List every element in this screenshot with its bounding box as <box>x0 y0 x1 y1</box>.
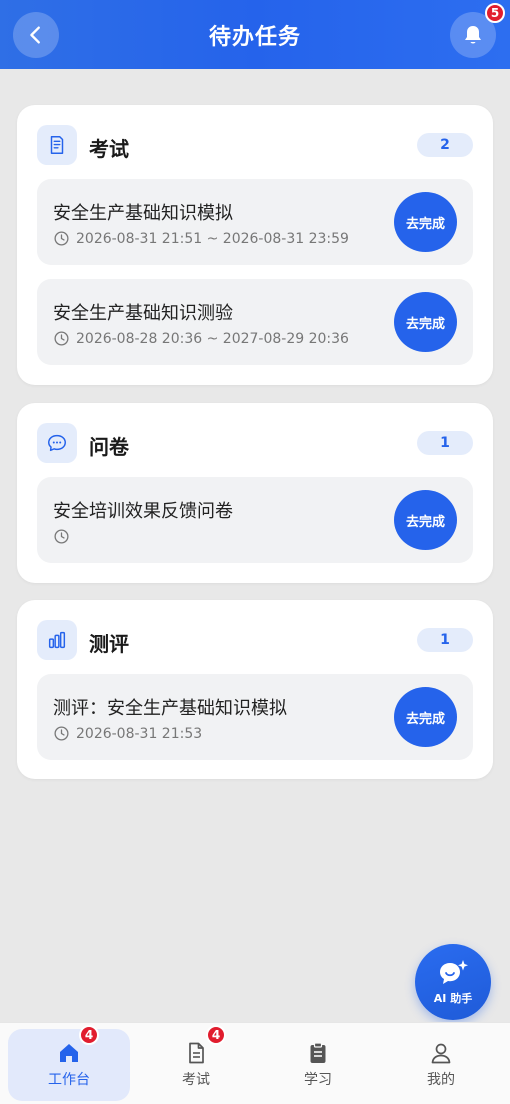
tab-badge: 4 <box>206 1025 226 1045</box>
section-header: 测评 1 <box>17 600 493 680</box>
tab-badge: 4 <box>79 1025 99 1045</box>
top-header: 待办任务 5 <box>0 0 510 69</box>
user-icon <box>429 1041 453 1065</box>
section-count-badge: 1 <box>417 431 473 455</box>
bar-chart-icon <box>37 620 77 660</box>
clock-icon <box>53 330 70 347</box>
notification-badge: 5 <box>485 3 505 23</box>
ai-sparkle-chat-icon <box>440 960 468 984</box>
tab-label: 考试 <box>182 1072 210 1088</box>
complete-button[interactable]: 去完成 <box>394 687 457 747</box>
home-icon: 4 <box>57 1025 99 1065</box>
tab-label: 学习 <box>304 1072 332 1088</box>
task-time: 2026-08-28 20:36 ~ 2027-08-29 20:36 <box>53 330 349 347</box>
task-title: 测评：安全生产基础知识模拟 <box>53 698 287 719</box>
task-time: 2026-08-31 21:51 ~ 2026-08-31 23:59 <box>53 230 349 247</box>
tab-study[interactable]: 学习 <box>257 1029 379 1101</box>
complete-button[interactable]: 去完成 <box>394 192 457 252</box>
task-item[interactable]: 安全培训效果反馈问卷 去完成 <box>37 477 473 563</box>
bottom-tab-bar: 4 工作台 4 考试 学习 我的 <box>0 1022 510 1104</box>
clipboard-icon <box>306 1041 330 1065</box>
ai-assistant-label: AI 助手 <box>433 992 473 1005</box>
clock-icon <box>53 725 70 742</box>
chat-bubble-icon <box>37 423 77 463</box>
notification-button[interactable]: 5 <box>450 3 505 58</box>
section-count-badge: 1 <box>417 628 473 652</box>
bell-icon <box>465 26 481 44</box>
task-time-text: 2026-08-31 21:51 ~ 2026-08-31 23:59 <box>76 230 349 247</box>
document-icon: 4 <box>184 1025 226 1065</box>
tab-label: 我的 <box>427 1072 455 1088</box>
tab-label: 工作台 <box>48 1072 90 1088</box>
tab-mine[interactable]: 我的 <box>380 1029 502 1101</box>
section-title: 考试 <box>89 137 129 161</box>
task-time-text: 2026-08-28 20:36 ~ 2027-08-29 20:36 <box>76 330 349 347</box>
section-count-badge: 2 <box>417 133 473 157</box>
task-item[interactable]: 安全生产基础知识测验 2026-08-28 20:36 ~ 2027-08-29… <box>37 279 473 365</box>
section-card-survey: 问卷 1 安全培训效果反馈问卷 去完成 <box>17 403 493 583</box>
section-header: 考试 2 <box>17 105 493 185</box>
back-button[interactable] <box>13 12 59 58</box>
task-time: 2026-08-31 21:53 <box>53 725 202 742</box>
complete-button[interactable]: 去完成 <box>394 490 457 550</box>
page-title: 待办任务 <box>208 24 301 50</box>
task-time <box>53 528 76 545</box>
complete-button[interactable]: 去完成 <box>394 292 457 352</box>
tab-workbench[interactable]: 4 工作台 <box>8 1025 130 1101</box>
task-title: 安全生产基础知识测验 <box>53 303 233 324</box>
clock-icon <box>53 528 70 545</box>
ai-assistant-button[interactable]: AI 助手 <box>415 944 491 1020</box>
task-time-text: 2026-08-31 21:53 <box>76 725 203 742</box>
section-card-exam: 考试 2 安全生产基础知识模拟 2026-08-31 21:51 ~ 2026-… <box>17 105 493 385</box>
document-icon <box>37 125 77 165</box>
tab-exam[interactable]: 4 考试 <box>135 1025 257 1101</box>
task-title: 安全培训效果反馈问卷 <box>53 501 233 522</box>
section-header: 问卷 1 <box>17 403 493 483</box>
task-item[interactable]: 安全生产基础知识模拟 2026-08-31 21:51 ~ 2026-08-31… <box>37 179 473 265</box>
section-title: 问卷 <box>89 435 129 459</box>
task-title: 安全生产基础知识模拟 <box>53 203 233 224</box>
section-title: 测评 <box>89 632 129 656</box>
section-card-assessment: 测评 1 测评：安全生产基础知识模拟 2026-08-31 21:53 去完成 <box>17 600 493 779</box>
clock-icon <box>53 230 70 247</box>
chevron-left-icon <box>30 26 40 44</box>
task-item[interactable]: 测评：安全生产基础知识模拟 2026-08-31 21:53 去完成 <box>37 674 473 760</box>
app-screen: 待办任务 5 考试 2 安全生产基础知识模拟 2026-08-31 21:51 … <box>0 0 510 1104</box>
